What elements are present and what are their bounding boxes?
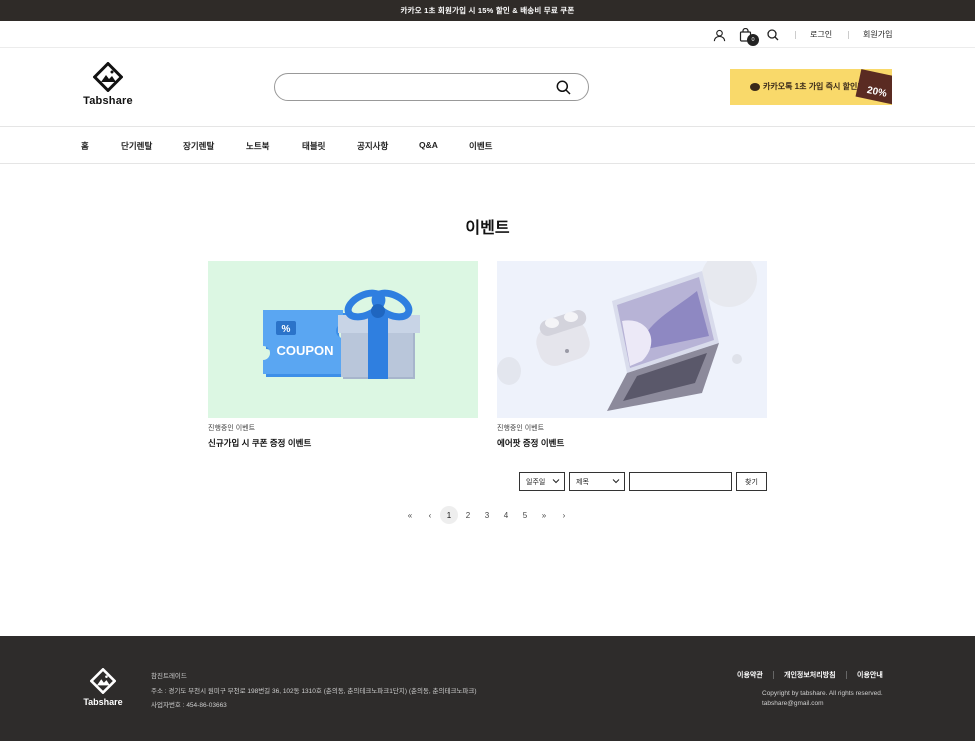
find-button[interactable]: 찾기 [736,472,767,491]
event-title: 신규가입 시 쿠폰 증정 이벤트 [208,438,312,448]
kakao-banner-text-wrap: 카카오톡 1초 가입 즉시 할인! [750,81,860,92]
nav-item-qna[interactable]: Q&A [419,140,438,150]
page-2[interactable]: 2 [463,506,473,524]
next-group-button[interactable]: » [539,506,549,524]
divider [848,31,849,39]
date-range-value: 일주일 [526,478,546,486]
cart-icon[interactable]: 0 [737,27,759,46]
search-field-select[interactable]: 제목 [569,472,625,491]
search-field-value: 제목 [576,478,589,486]
company-info: 참진트레이드 주소 : 경기도 부천시 원미구 부천로 198번길 36, 10… [151,670,477,714]
search-box[interactable] [274,73,589,101]
coupon-event-image: % COUPON [208,261,478,418]
utility-bar: 0 로그인 회원가입 [0,21,975,48]
page-title: 이벤트 [465,220,510,237]
kakao-banner-text: 카카오톡 1초 가입 즉시 할인! [763,82,860,91]
cart-count-badge: 0 [747,34,759,46]
search-icon [556,80,571,95]
business-number: 사업자번호 : 454-86-03663 [151,702,227,709]
copyright-block: Copyright by tabshare. All rights reserv… [762,689,883,709]
nav-item-tablet[interactable]: 태블릿 [302,140,325,152]
next-page-button[interactable]: › [559,506,569,524]
prev-page-button[interactable]: ‹ [425,506,435,524]
nav-item-laptop[interactable]: 노트북 [246,140,269,152]
signup-link[interactable]: 회원가입 [863,29,892,40]
event-status: 진행중인 이벤트 [208,425,256,432]
divider [773,671,774,679]
guide-link[interactable]: 이용안내 [857,670,883,680]
footer-brand-name: Tabshare [83,697,123,707]
page-4[interactable]: 4 [501,506,511,524]
nav-item-event[interactable]: 이벤트 [469,140,492,152]
page-3[interactable]: 3 [482,506,492,524]
event-title: 에어팟 증정 이벤트 [497,438,565,448]
privacy-link[interactable]: 개인정보처리방침 [784,670,836,680]
company-address: 주소 : 경기도 부천시 원미구 부천로 198번길 36, 102동 1310… [151,687,477,695]
chevron-down-icon [552,479,560,484]
contact-email[interactable]: tabshare@gmail.com [762,699,883,709]
main-nav: 홈 단기렌탈 장기렌탈 노트북 태블릿 공지사항 Q&A 이벤트 [0,127,975,164]
board-search-input[interactable] [629,472,732,491]
search-icon[interactable] [765,27,781,43]
terms-link[interactable]: 이용약관 [737,670,763,680]
airpods-event-image [497,261,767,418]
coupon-word: COUPON [276,343,333,358]
nav-item-home[interactable]: 홈 [81,140,89,152]
promo-text: 카카오 1초 회원가입 시 15% 할인 & 배송비 무료 쿠폰 [400,6,575,15]
svg-text:%: % [282,324,291,335]
company-name: 참진트레이드 [151,673,187,680]
page-5[interactable]: 5 [520,506,530,524]
kakao-bubble-icon [750,82,760,91]
logo[interactable]: Tabshare [80,62,136,107]
kakao-signup-banner[interactable]: 카카오톡 1초 가입 즉시 할인! 20% [730,69,892,105]
nav-item-notice[interactable]: 공지사항 [357,140,388,152]
footer: Tabshare 참진트레이드 주소 : 경기도 부천시 원미구 부천로 198… [0,636,975,741]
logo-mark-icon [90,668,116,694]
brand-name: Tabshare [83,95,133,107]
logo-mark-icon [93,62,123,92]
chevron-down-icon [612,479,620,484]
login-link[interactable]: 로그인 [810,29,832,40]
copyright-text: Copyright by tabshare. All rights reserv… [762,690,883,697]
footer-logo[interactable]: Tabshare [80,668,126,707]
promo-bar[interactable]: 카카오 1초 회원가입 시 15% 할인 & 배송비 무료 쿠폰 [0,0,975,21]
divider [846,671,847,679]
event-card[interactable]: 진행중인 이벤트 에어팟 증정 이벤트 [497,261,767,449]
user-icon[interactable] [711,27,727,43]
header: Tabshare 카카오톡 1초 가입 즉시 할인! 20% [0,48,975,127]
event-status: 진행중인 이벤트 [497,425,545,432]
page-1[interactable]: 1 [440,506,458,524]
nav-item-long-rental[interactable]: 장기렌탈 [183,140,214,152]
first-page-button[interactable]: « [405,506,415,524]
divider [795,31,796,39]
search-button[interactable] [556,80,572,96]
nav-item-short-rental[interactable]: 단기렌탈 [121,140,152,152]
date-range-select[interactable]: 일주일 [519,472,565,491]
event-card[interactable]: % COUPON 진행중인 이벤트 신규가입 시 쿠폰 증정 이벤트 [208,261,478,449]
search-input[interactable] [287,78,547,96]
discount-ticket: 20% [855,69,892,105]
discount-value: 20% [865,84,888,100]
